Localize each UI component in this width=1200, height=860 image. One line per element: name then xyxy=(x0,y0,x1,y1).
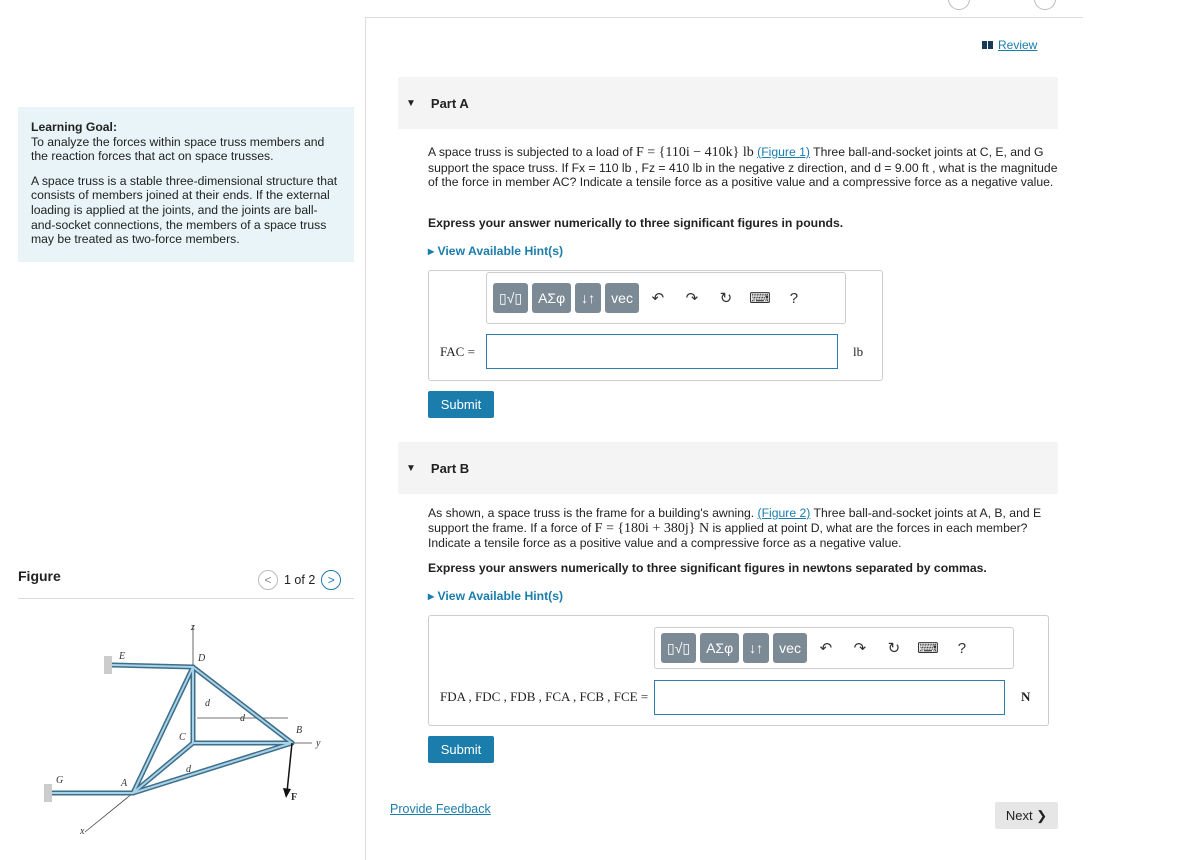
part-a-math-toolbar: ▯√▯ ΑΣφ ↓↑ vec ↶ ↷ ↻ ⌨ ? xyxy=(486,272,846,324)
force-arrow xyxy=(286,742,293,793)
unit-lb: lb xyxy=(853,344,864,359)
templates-button[interactable]: ▯√▯ xyxy=(661,633,697,663)
question-text: A space truss is subjected to a load of xyxy=(428,145,636,159)
label-y: y xyxy=(315,738,321,749)
fac-label: FAC = xyxy=(440,344,475,359)
force-expression: F = {110i − 410k} lb xyxy=(635,145,754,160)
next-figure-button[interactable]: > xyxy=(321,570,342,590)
x-axis xyxy=(84,792,134,833)
force-arrowhead xyxy=(283,788,291,798)
arrows-button[interactable]: ↓↑ xyxy=(575,283,602,313)
part-a-header[interactable]: ▼ Part A xyxy=(398,77,1058,129)
reset-icon[interactable]: ↻ xyxy=(879,639,909,657)
vector-button[interactable]: vec xyxy=(605,283,639,313)
hint-label[interactable]: View Available Hint(s) xyxy=(438,244,564,258)
symbols-button[interactable]: ΑΣφ xyxy=(700,633,740,663)
part-b-question: As shown, a space truss is the frame for… xyxy=(428,506,1058,551)
label-dim-d2: d xyxy=(240,713,246,724)
part-a-instructions: Express your answer numerically to three… xyxy=(428,216,844,230)
top-divider xyxy=(365,17,1083,18)
help-icon[interactable]: ? xyxy=(947,640,977,657)
part-a-submit-button[interactable]: Submit xyxy=(428,391,494,418)
support-e xyxy=(104,656,112,674)
review-icon xyxy=(982,41,993,49)
figure-label: Figure xyxy=(18,568,61,584)
review-label[interactable]: Review xyxy=(998,38,1037,52)
redo-icon[interactable]: ↷ xyxy=(677,289,707,307)
help-icon[interactable]: ? xyxy=(779,290,809,307)
nav-circle-button[interactable] xyxy=(948,0,970,10)
symbols-button[interactable]: ΑΣφ xyxy=(532,283,572,313)
reset-icon[interactable]: ↻ xyxy=(711,289,741,307)
collapse-triangle-icon: ▼ xyxy=(406,97,416,109)
label-f: F xyxy=(291,792,297,803)
part-a-hint-link[interactable]: ▸ View Available Hint(s) xyxy=(428,244,563,258)
label-c: C xyxy=(179,732,186,743)
part-b-hint-link[interactable]: ▸ View Available Hint(s) xyxy=(428,589,563,603)
vector-button[interactable]: vec xyxy=(773,633,807,663)
figure-page-count: 1 of 2 xyxy=(284,573,316,587)
label-dim-d1: d xyxy=(205,698,211,709)
learning-goal-description: A space truss is a stable three-dimensio… xyxy=(31,173,338,247)
label-x: x xyxy=(79,826,85,837)
label-e: E xyxy=(118,651,125,662)
panel-divider xyxy=(365,18,366,860)
learning-goal-box: Learning Goal: To analyze the forces with… xyxy=(18,107,354,262)
label-a: A xyxy=(120,778,128,789)
part-b-submit-button[interactable]: Submit xyxy=(428,736,494,763)
label-b: B xyxy=(296,725,302,736)
learning-goal-title: Learning Goal: xyxy=(31,120,117,134)
arrows-button[interactable]: ↓↑ xyxy=(743,633,770,663)
templates-button[interactable]: ▯√▯ xyxy=(493,283,529,313)
support-g xyxy=(44,784,52,802)
redo-icon[interactable]: ↷ xyxy=(845,639,875,657)
part-b-title: Part B xyxy=(430,460,470,476)
figure-2-link[interactable]: (Figure 2) xyxy=(758,506,811,520)
part-a-question: A space truss is subjected to a load of … xyxy=(428,145,1058,190)
review-link[interactable]: Review xyxy=(982,38,1037,52)
force-expression: F = {180i + 380j} N xyxy=(594,520,710,536)
part-a-title: Part A xyxy=(430,95,469,111)
provide-feedback-link[interactable]: Provide Feedback xyxy=(390,802,491,816)
fac-input[interactable] xyxy=(486,334,838,369)
unit-n: N xyxy=(1021,689,1031,704)
next-button[interactable]: Next ❯ xyxy=(995,802,1058,829)
undo-icon[interactable]: ↶ xyxy=(811,639,841,657)
member-forces-label: FDA , FDC , FDB , FCA , FCB , FCE = xyxy=(440,689,649,704)
prev-figure-button[interactable]: < xyxy=(258,570,278,590)
label-d-joint: D xyxy=(197,653,206,664)
learning-goal-text: To analyze the forces within space truss… xyxy=(31,134,325,164)
keyboard-icon[interactable]: ⌨ xyxy=(745,289,775,307)
truss-members xyxy=(49,662,295,796)
figure-divider xyxy=(18,598,354,599)
member-forces-input[interactable] xyxy=(654,680,1005,715)
undo-icon[interactable]: ↶ xyxy=(643,289,673,307)
hint-label[interactable]: View Available Hint(s) xyxy=(438,589,564,603)
nav-circle-button[interactable] xyxy=(1034,0,1056,10)
label-g: G xyxy=(56,775,63,786)
part-b-instructions: Express your answers numerically to thre… xyxy=(428,561,987,575)
part-b-math-toolbar: ▯√▯ ΑΣφ ↓↑ vec ↶ ↷ ↻ ⌨ ? xyxy=(654,627,1014,669)
part-b-header[interactable]: ▼ Part B xyxy=(398,442,1058,494)
keyboard-icon[interactable]: ⌨ xyxy=(913,639,943,657)
figure-1-link[interactable]: (Figure 1) xyxy=(757,145,810,159)
truss-figure: z E D d d d C B y G A F x xyxy=(44,622,321,837)
figure-pager: < 1 of 2 > xyxy=(258,570,342,590)
question-text: As shown, a space truss is the frame for… xyxy=(428,506,758,520)
label-z: z xyxy=(190,622,195,633)
collapse-triangle-icon: ▼ xyxy=(406,462,416,474)
